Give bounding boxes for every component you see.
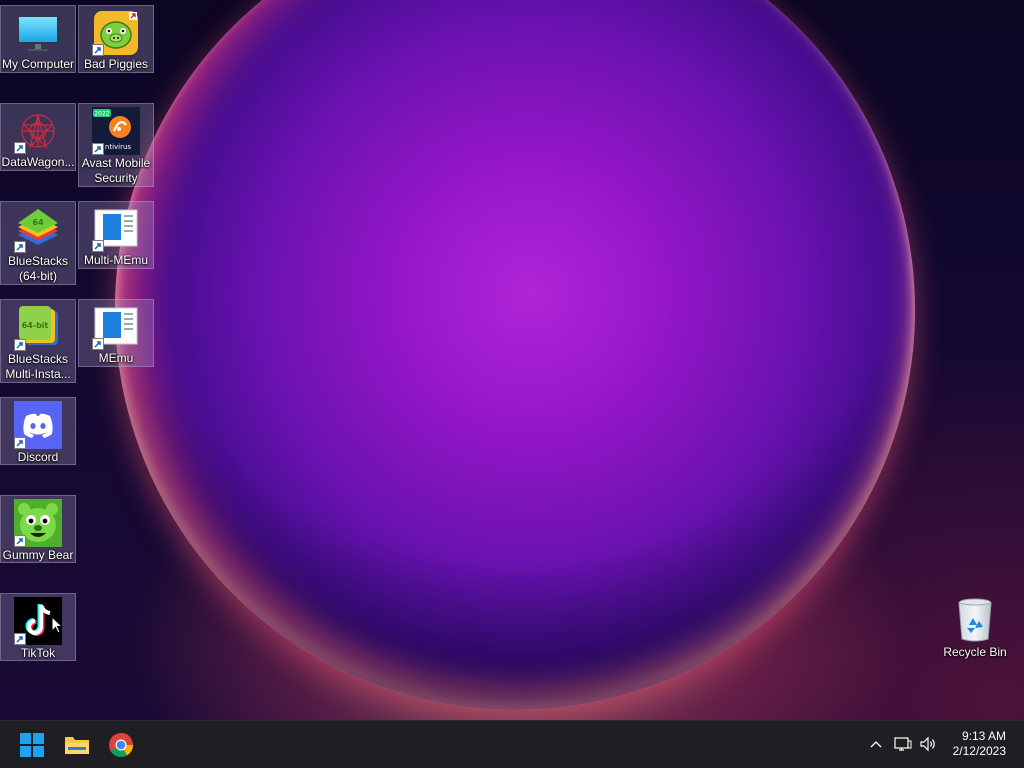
avast-caption-text: ntivirus — [105, 143, 132, 151]
discord-icon — [14, 401, 62, 449]
desktop-icon-bluestacks-multi-instance[interactable]: 64-bit BlueStacks Multi-Insta... — [0, 299, 76, 383]
desktop-icon-memu[interactable]: MEmu — [78, 299, 154, 367]
shortcut-arrow-icon — [14, 241, 26, 253]
monitor-icon — [14, 9, 62, 56]
recycle-bin-icon — [951, 596, 999, 644]
desktop-icon-label: Avast Mobile Security — [81, 156, 151, 185]
taskbar: 9:13 AM 2/12/2023 — [0, 720, 1024, 768]
show-hidden-icons-button[interactable] — [866, 734, 886, 754]
desktop-icon-label: Multi-MEmu — [83, 253, 148, 267]
desktop-icon-label: TikTok — [20, 646, 56, 660]
shortcut-arrow-icon — [92, 338, 104, 350]
folder-icon — [65, 737, 89, 754]
desktop-icon-label: BlueStacks (64-bit) — [7, 254, 69, 283]
volume-icon — [920, 736, 935, 752]
datawagon-icon — [14, 107, 62, 154]
gummy-bear-icon — [14, 499, 62, 547]
desktop-icon-label: Recycle Bin — [943, 645, 1007, 659]
network-button[interactable] — [893, 734, 913, 754]
taskbar-clock[interactable]: 9:13 AM 2/12/2023 — [953, 729, 1006, 759]
desktop-icon-label: BlueStacks Multi-Insta... — [5, 352, 71, 381]
shortcut-arrow-icon — [92, 143, 104, 155]
shortcut-arrow-icon — [14, 142, 26, 154]
desktop-icon-label: Gummy Bear — [2, 548, 74, 562]
desktop-icon-discord[interactable]: Discord — [0, 397, 76, 465]
network-icon — [894, 737, 912, 751]
chevron-up-icon — [870, 741, 882, 748]
volume-button[interactable] — [918, 734, 938, 754]
bluestacks-badge-text: 64 — [32, 218, 44, 227]
desktop-icon-datawagon[interactable]: DataWagon... — [0, 103, 76, 171]
clock-date: 2/12/2023 — [952, 744, 1006, 758]
shortcut-arrow-icon — [14, 437, 26, 449]
chrome-button[interactable] — [103, 727, 139, 763]
mouse-cursor-icon — [51, 616, 63, 634]
desktop-icon-label: Discord — [17, 450, 59, 464]
desktop-icon-bad-piggies[interactable]: Bad Piggies — [78, 5, 154, 73]
shortcut-arrow-icon — [92, 44, 104, 56]
avast-badge-text: 2022 — [94, 111, 109, 118]
bad-piggies-icon — [92, 9, 140, 56]
desktop-icon-label: MEmu — [98, 351, 134, 365]
windows-start-icon — [20, 733, 44, 757]
bluestacks-multi-icon: 64-bit — [14, 303, 62, 351]
clock-time: 9:13 AM — [961, 729, 1006, 743]
avast-icon: 2022 ntivirus — [92, 107, 140, 155]
start-button[interactable] — [14, 727, 50, 763]
shortcut-arrow-icon — [14, 535, 26, 547]
desktop-icon-gummy-bear[interactable]: Gummy Bear — [0, 495, 76, 563]
desktop-icon-multi-memu[interactable]: Multi-MEmu — [78, 201, 154, 269]
desktop-icon-label: My Computer — [1, 57, 75, 71]
bluestacks-icon: 64 — [14, 205, 62, 253]
desktop-icon-bluestacks-64bit[interactable]: 64 BlueStacks (64-bit) — [0, 201, 76, 285]
shortcut-arrow-icon — [14, 633, 26, 645]
desktop-icon-label: Bad Piggies — [83, 57, 149, 71]
desktop-icon-my-computer[interactable]: My Computer — [0, 5, 76, 73]
shortcut-arrow-icon — [14, 339, 26, 351]
desktop: My Computer Bad Piggies DataWagon... 202… — [0, 0, 1024, 720]
desktop-icon-recycle-bin[interactable]: Recycle Bin — [937, 593, 1013, 661]
chrome-icon — [109, 733, 133, 758]
desktop-icon-label: DataWagon... — [1, 155, 75, 169]
shortcut-arrow-icon — [92, 240, 104, 252]
file-explorer-button[interactable] — [59, 727, 95, 763]
memu-icon — [92, 205, 140, 252]
desktop-icon-avast-mobile-security[interactable]: 2022 ntivirus Avast Mobile Security — [78, 103, 154, 187]
bluestacks-multi-badge-text: 64-bit — [22, 321, 49, 330]
memu-icon — [92, 303, 140, 350]
desktop-icon-tiktok[interactable]: TikTok — [0, 593, 76, 661]
